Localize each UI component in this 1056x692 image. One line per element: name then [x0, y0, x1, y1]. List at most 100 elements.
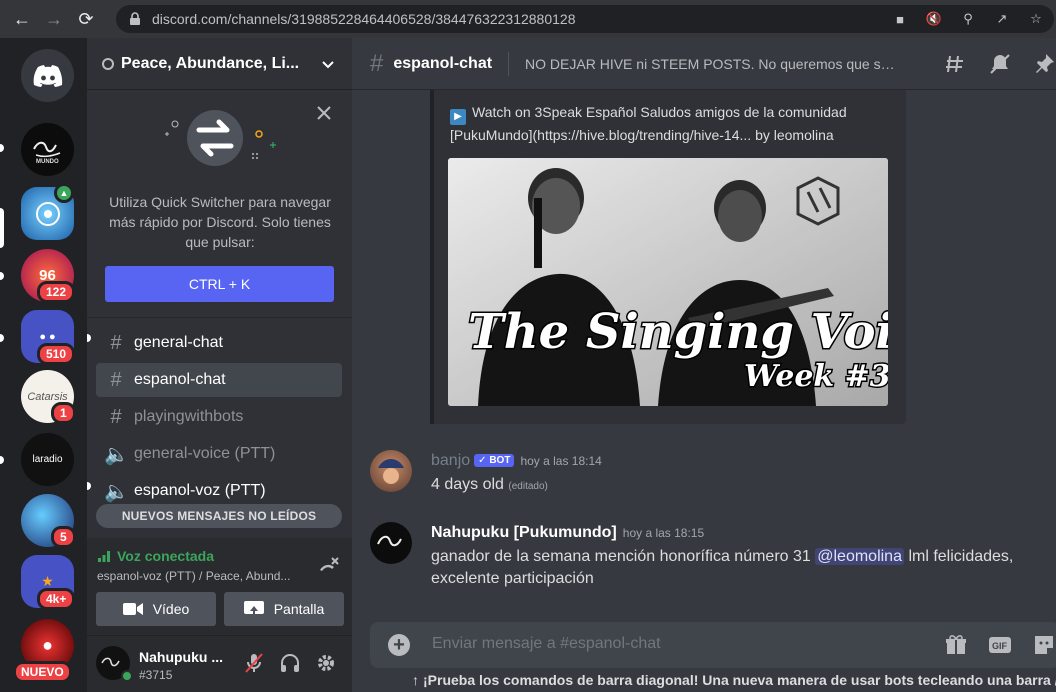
unread-badge: 122: [37, 281, 76, 303]
voice-status[interactable]: Voz conectada: [97, 548, 214, 564]
gift-icon[interactable]: [944, 633, 968, 657]
quick-switcher-text: Utiliza Quick Switcher para navegar más …: [109, 194, 331, 250]
headphones-icon[interactable]: [279, 652, 301, 674]
divider: [508, 51, 510, 76]
svg-text:MUNDO: MUNDO: [36, 159, 59, 165]
discord-logo-icon: [33, 64, 62, 87]
threads-icon[interactable]: [944, 52, 968, 76]
sticker-icon[interactable]: [1032, 633, 1056, 657]
video-button[interactable]: Vídeo: [96, 592, 216, 626]
gear-icon[interactable]: [315, 652, 337, 674]
home-button[interactable]: [21, 49, 74, 102]
channel-label: espanol-chat: [134, 371, 226, 388]
bot-tag: ✓ BOT: [474, 454, 515, 467]
avatar[interactable]: [370, 522, 412, 564]
voice-connection-panel: Voz conectada espanol-voz (PTT) / Peace,…: [87, 538, 352, 636]
image-title: The Singing Voice: [468, 304, 888, 360]
embed-thumbnail[interactable]: The Singing Voice Week #31: [448, 158, 888, 406]
camera-icon[interactable]: ■: [890, 9, 910, 29]
play-icon: ▶: [450, 109, 466, 125]
author-name[interactable]: Nahupuku [Pukumundo]: [431, 524, 617, 541]
user-tag: #3715: [139, 668, 173, 682]
message-text: ganador de la semana mención honorífica …: [431, 548, 811, 565]
hash-icon: #: [110, 368, 122, 391]
unread-pill-channel: [87, 482, 91, 490]
disconnect-call-icon[interactable]: [316, 554, 340, 578]
speaker-icon: 🔈: [104, 480, 129, 503]
channel-label: playingwithbots: [134, 408, 244, 425]
message-composer[interactable]: + Enviar mensaje a #espanol-chat GIF: [370, 622, 1056, 668]
embed-line-2[interactable]: [PukuMundo](https://hive.blog/trending/h…: [450, 127, 834, 143]
unread-badge: 1: [51, 402, 76, 424]
share-icon[interactable]: ↗: [992, 9, 1012, 29]
reload-icon[interactable]: ⟳: [72, 5, 100, 33]
bot-label: BOT: [489, 455, 511, 466]
muted-audio-icon[interactable]: 🔇: [924, 9, 944, 29]
channel-topic[interactable]: NO DEJAR HIVE ni STEEM POSTS. No queremo…: [525, 56, 895, 72]
channel-playingwithbots[interactable]: # playingwithbots: [96, 400, 342, 434]
avatar[interactable]: [370, 450, 412, 492]
server-name: Peace, Abundance, Li...: [121, 54, 300, 72]
quick-switcher-arrows-icon: [165, 110, 276, 166]
screen-label: Pantalla: [273, 601, 325, 617]
unread-badge: 4k+: [37, 588, 76, 610]
catarsis-logo-icon: Catarsis: [27, 390, 68, 403]
close-icon[interactable]: [317, 106, 331, 120]
forward-icon[interactable]: →: [40, 5, 68, 33]
hash-icon: #: [110, 405, 122, 428]
chat-area: # espanol-chat NO DEJAR HIVE ni STEEM PO…: [352, 38, 1056, 692]
timestamp: hoy a las 18:15: [622, 526, 705, 540]
voice-status-label: Voz conectada: [117, 548, 214, 564]
voice-location[interactable]: espanol-voz (PTT) / Peace, Abund...: [97, 569, 297, 583]
video-label: Vídeo: [152, 601, 190, 617]
lock-icon: [130, 12, 140, 25]
channel-espanol-chat[interactable]: # espanol-chat: [96, 363, 342, 397]
pin-icon[interactable]: [1032, 52, 1056, 76]
embed-description: ▶ Watch on 3Speak Español Saludos amigos …: [450, 102, 890, 145]
slash-command-icon: ↑: [412, 672, 419, 688]
voice-speaker-badge-icon: ▲: [54, 183, 74, 203]
back-icon[interactable]: ←: [8, 5, 36, 33]
message-header: banjo ✓ BOT hoy a las 18:14: [431, 452, 602, 470]
new-unread-messages-bar[interactable]: NUEVOS MENSAJES NO LEÍDOS: [96, 504, 342, 528]
mute-notifications-icon[interactable]: [988, 52, 1012, 76]
music-note-icon: [35, 201, 60, 226]
chevron-down-icon: [322, 60, 334, 68]
hash-icon: #: [110, 331, 122, 354]
channel-general-chat[interactable]: # general-chat: [96, 326, 342, 360]
slash-command-tip: ↑ ¡Prueba los comandos de barra diagonal!…: [412, 672, 1056, 688]
ctrl-k-button[interactable]: CTRL + K: [105, 266, 334, 302]
singers-photo: The Singing Voice Week #31: [448, 158, 888, 406]
message-input[interactable]: Enviar mensaje a #espanol-chat: [432, 635, 661, 653]
zoom-icon[interactable]: ⚲: [958, 9, 978, 29]
screen-share-icon: [243, 601, 264, 614]
channel-label: espanol-voz (PTT): [134, 482, 266, 499]
attach-plus-icon[interactable]: +: [388, 634, 410, 656]
server-header[interactable]: Peace, Abundance, Li...: [87, 38, 352, 90]
video-camera-icon: [122, 603, 143, 615]
user-mention[interactable]: @leomolina: [815, 548, 904, 565]
server-pukumundo[interactable]: MUNDO: [21, 123, 74, 176]
channel-espanol-voz[interactable]: 🔈 espanol-voz (PTT): [96, 474, 342, 508]
server-laradio[interactable]: laradio: [21, 433, 74, 486]
svg-text:GIF: GIF: [992, 641, 1008, 651]
gif-icon[interactable]: GIF: [988, 633, 1012, 657]
mute-mic-icon[interactable]: [243, 652, 265, 674]
channel-label: general-voice (PTT): [134, 445, 276, 462]
username[interactable]: Nahupuku ...: [139, 649, 223, 665]
bookmark-star-icon[interactable]: ☆: [1026, 9, 1046, 29]
message-content: 4 days old (editado): [431, 474, 1041, 498]
microphone-icon: ●: [42, 635, 53, 655]
pukumundo-logo-icon: MUNDO: [32, 141, 60, 165]
pukumundo-avatar-icon: [377, 535, 402, 547]
signal-icon: [98, 551, 110, 562]
hash-icon: #: [370, 49, 384, 77]
server-list: MUNDO ▲ 96 122 ● ● 510 Catarsis 1 laradi…: [0, 38, 87, 692]
address-bar[interactable]: discord.com/channels/319885228464406528/…: [116, 5, 1054, 33]
channel-header: # espanol-chat NO DEJAR HIVE ni STEEM PO…: [352, 38, 1056, 90]
screen-share-button[interactable]: Pantalla: [224, 592, 344, 626]
message-header: Nahupuku [Pukumundo] hoy a las 18:15: [431, 524, 704, 542]
edited-label: (editado): [508, 481, 548, 492]
channel-general-voice[interactable]: 🔈 general-voice (PTT): [96, 437, 342, 471]
author-name[interactable]: banjo: [431, 452, 470, 469]
